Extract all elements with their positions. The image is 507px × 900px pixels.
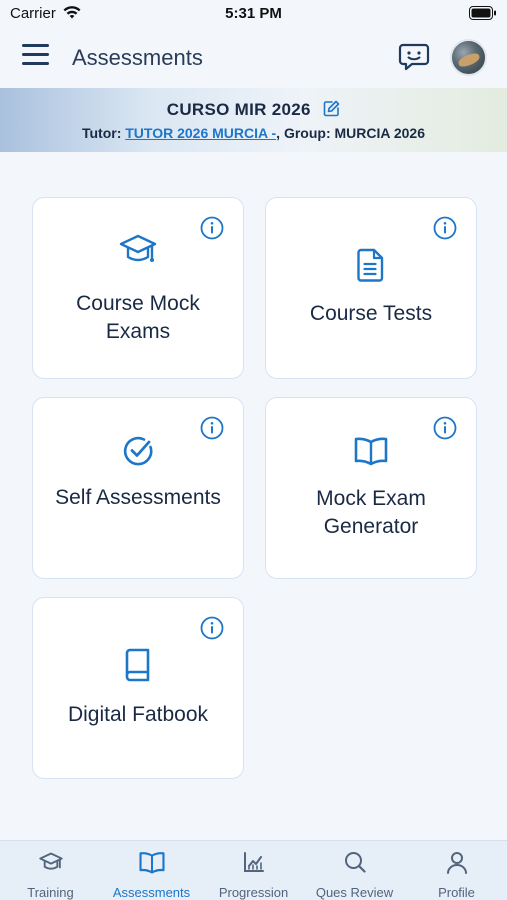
status-bar: Carrier 5:31 PM bbox=[0, 0, 507, 28]
nav-item-assessments[interactable]: Assessments bbox=[101, 841, 202, 900]
nav-label: Assessments bbox=[112, 885, 191, 900]
battery-icon bbox=[469, 6, 497, 25]
graduation-cap-icon bbox=[0, 851, 101, 880]
nav-item-progression[interactable]: Progression bbox=[203, 841, 304, 900]
course-banner: CURSO MIR 2026 Tutor: TUTOR 2026 MURCIA … bbox=[0, 88, 507, 152]
hamburger-line bbox=[22, 62, 49, 65]
user-avatar[interactable] bbox=[450, 39, 487, 76]
app-header: Assessments bbox=[0, 28, 507, 88]
chat-icon bbox=[398, 43, 430, 71]
course-name: CURSO MIR 2026 bbox=[166, 100, 311, 119]
graduation-cap-icon bbox=[33, 232, 243, 275]
card-digital-fatbook[interactable]: Digital Fatbook bbox=[32, 597, 244, 779]
hamburger-line bbox=[22, 44, 49, 47]
book-icon bbox=[33, 648, 243, 687]
card-course-mock-exams[interactable]: Course Mock Exams bbox=[32, 197, 244, 379]
check-circle-icon bbox=[33, 435, 243, 472]
open-book-icon bbox=[266, 436, 476, 471]
open-book-icon bbox=[101, 851, 202, 879]
tutor-link[interactable]: TUTOR 2026 MURCIA - bbox=[125, 125, 276, 141]
nav-label: Training bbox=[27, 885, 74, 900]
hamburger-line bbox=[22, 53, 49, 56]
card-label: Course Mock Exams bbox=[76, 292, 200, 343]
search-icon bbox=[304, 851, 405, 878]
nav-item-training[interactable]: Training bbox=[0, 841, 101, 900]
card-self-assessments[interactable]: Self Assessments bbox=[32, 397, 244, 579]
nav-label: Profile bbox=[438, 885, 475, 900]
chart-icon bbox=[203, 851, 304, 878]
card-label: Digital Fatbook bbox=[67, 703, 209, 726]
page-title: Assessments bbox=[72, 45, 203, 70]
group-text: , Group: MURCIA 2026 bbox=[276, 125, 426, 141]
document-icon bbox=[266, 248, 476, 287]
user-icon bbox=[406, 851, 507, 880]
card-label: Mock Exam Generator bbox=[316, 487, 426, 538]
status-time: 5:31 PM bbox=[225, 5, 282, 22]
card-course-tests[interactable]: Course Tests bbox=[265, 197, 477, 379]
nav-item-ques-review[interactable]: Ques Review bbox=[304, 841, 405, 900]
course-name-row: CURSO MIR 2026 bbox=[0, 100, 507, 122]
tutor-prefix: Tutor: bbox=[81, 125, 126, 141]
nav-label: Progression bbox=[218, 885, 289, 900]
edit-icon[interactable] bbox=[323, 100, 340, 122]
card-mock-exam-generator[interactable]: Mock Exam Generator bbox=[265, 397, 477, 579]
menu-button[interactable] bbox=[22, 44, 52, 70]
info-icon[interactable] bbox=[433, 216, 457, 245]
nav-label: Ques Review bbox=[315, 885, 394, 900]
nav-item-profile[interactable]: Profile bbox=[406, 841, 507, 900]
course-tutor-group: Tutor: TUTOR 2026 MURCIA -, Group: MURCI… bbox=[0, 125, 507, 141]
bottom-nav: Training Assessments Progression Ques Re… bbox=[0, 840, 507, 900]
info-icon[interactable] bbox=[200, 616, 224, 645]
card-label: Course Tests bbox=[309, 302, 433, 325]
chat-button[interactable] bbox=[398, 42, 430, 72]
card-label: Self Assessments bbox=[55, 486, 221, 509]
